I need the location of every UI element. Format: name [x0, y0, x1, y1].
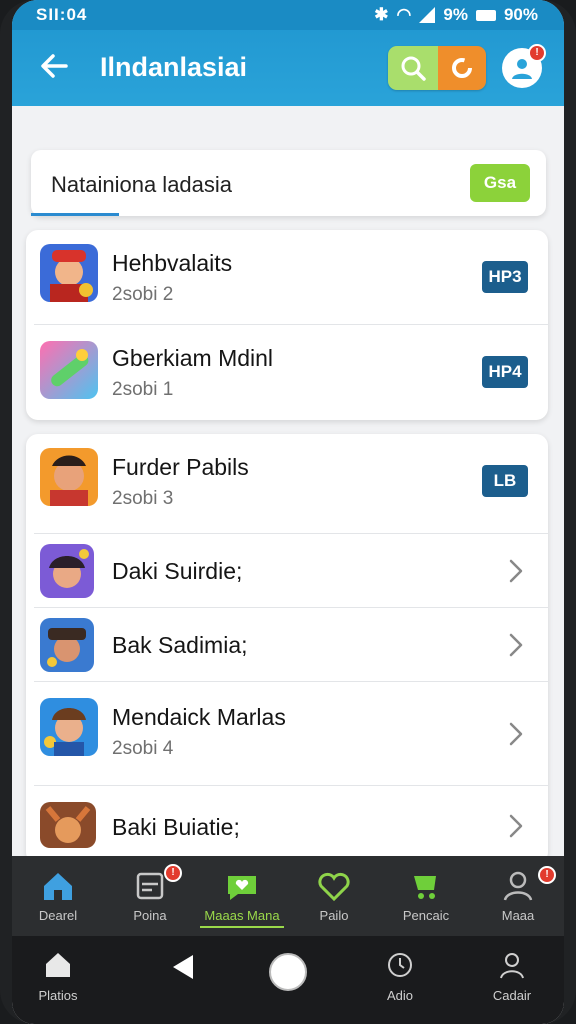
system-recents-item[interactable]: Adio: [354, 936, 446, 1024]
app-name: Baki Buiatie;: [112, 814, 240, 840]
app-name: Gberkiam Mdinl: [112, 345, 274, 371]
nav-item-home[interactable]: Dearel: [12, 856, 104, 936]
nav-label: Pailo: [319, 908, 349, 923]
refresh-icon: [452, 58, 472, 78]
battery-percent: 90%: [503, 5, 538, 24]
app-icon-candy: [40, 341, 98, 399]
search-button[interactable]: [388, 46, 438, 90]
list-item[interactable]: Mendaick Marlas 2sobi 4: [26, 682, 548, 786]
app-subtitle: 2sobi 2: [112, 284, 174, 305]
status-bar: SII:04 ✱ ◠ 9% 90%: [12, 0, 564, 30]
phone-frame: SII:04 ✱ ◠ 9% 90% Ilndanlasiai ! Nataini…: [0, 0, 576, 1024]
page-title: Ilndanlasiai: [100, 52, 248, 82]
profile-button[interactable]: !: [502, 44, 546, 88]
system-nav-label: Adio: [386, 988, 414, 1003]
clock-icon: [388, 953, 412, 977]
nav-label: Maaa: [501, 908, 535, 923]
nav-item-messages[interactable]: Maaas Mana: [196, 856, 288, 936]
system-back-button[interactable]: [138, 936, 230, 1024]
bottom-navigation: Dearel ! Poina Maaas Mana Pailo Pencaic …: [12, 856, 564, 936]
system-navigation: Platios Adio Cadair: [12, 936, 564, 1024]
cart-icon: [414, 876, 436, 899]
app-subtitle: 2sobi 3: [112, 488, 174, 509]
app-icon-pirate: [40, 618, 94, 672]
wifi-icon: ◠: [396, 5, 412, 24]
chevron-right-icon: [509, 633, 523, 657]
system-nav-label: Cadair: [492, 988, 532, 1003]
app-icon-fireman: [40, 244, 98, 302]
chevron-right-icon: [509, 559, 523, 583]
system-nav-label: Platios: [38, 988, 78, 1003]
notification-dot: !: [528, 44, 546, 62]
home-icon: [46, 953, 70, 977]
back-triangle-icon: [173, 955, 193, 979]
screen: SII:04 ✱ ◠ 9% 90% Ilndanlasiai ! Nataini…: [12, 0, 564, 1024]
home-circle-icon: [269, 953, 307, 991]
app-name: Mendaick Marlas: [112, 704, 286, 730]
list-item[interactable]: Gberkiam Mdinl 2sobi 1 HP4: [26, 325, 548, 420]
app-group-card-1: Hehbvalaits 2sobi 2 HP3 Gberkiam Mdinl 2…: [26, 230, 548, 420]
app-subtitle: 2sobi 1: [112, 379, 174, 400]
notification-dot: !: [164, 864, 182, 882]
heart-icon: [318, 872, 350, 902]
nav-label: Pencaic: [402, 908, 450, 923]
list-item[interactable]: Hehbvalaits 2sobi 2 HP3: [26, 230, 548, 325]
home-icon: [44, 873, 72, 900]
system-account-item[interactable]: Cadair: [466, 936, 558, 1024]
chevron-right-icon: [509, 722, 523, 746]
system-home-item[interactable]: Platios: [12, 936, 104, 1024]
search-text[interactable]: Natainiona ladasia: [51, 172, 232, 198]
app-name: Daki Suirdie;: [112, 558, 243, 584]
signal-icon: [419, 7, 436, 23]
app-name: Furder Pabils: [112, 454, 249, 480]
person-icon: [500, 953, 524, 979]
app-icon-girl: [40, 544, 94, 598]
list-item[interactable]: Furder Pabils 2sobi 3 LB: [26, 434, 548, 534]
active-indicator: [200, 926, 284, 928]
status-badge: LB: [482, 465, 528, 497]
search-underline: [31, 213, 119, 216]
nav-label: Poina: [133, 908, 167, 923]
app-name: Hehbvalaits: [112, 250, 233, 276]
app-group-card-2: Furder Pabils 2sobi 3 LB Daki Suirdie; B…: [26, 434, 548, 864]
chat-heart-icon: [228, 876, 256, 900]
system-home-button[interactable]: [242, 936, 334, 1024]
battery-text: 9%: [443, 5, 468, 24]
nav-item-favorites[interactable]: Pailo: [288, 856, 380, 936]
back-arrow-icon[interactable]: [38, 50, 70, 82]
status-badge: HP4: [482, 356, 528, 388]
user-icon: [503, 871, 533, 901]
inbox-icon: [136, 872, 164, 900]
nav-label: Maaas Mana: [204, 908, 280, 923]
search-go-button[interactable]: Gsa: [470, 164, 530, 202]
battery-icon: [475, 9, 496, 21]
search-card: Natainiona ladasia Gsa: [31, 150, 546, 216]
status-time: SII:04: [36, 5, 88, 24]
app-icon-hero: [40, 448, 98, 506]
app-name: Bak Sadimia;: [112, 632, 248, 658]
nav-item-shop[interactable]: Pencaic: [380, 856, 472, 936]
list-item[interactable]: Daki Suirdie;: [26, 534, 548, 608]
list-item[interactable]: Baki Buiatie;: [26, 786, 548, 864]
app-bar: SII:04 ✱ ◠ 9% 90% Ilndanlasiai !: [12, 0, 564, 106]
nav-item-account[interactable]: ! Maaa: [472, 856, 564, 936]
nav-item-inbox[interactable]: ! Poina: [104, 856, 196, 936]
bluetooth-icon: ✱: [374, 5, 389, 24]
app-subtitle: 2sobi 4: [112, 738, 174, 759]
nav-label: Dearel: [38, 908, 78, 923]
refresh-button[interactable]: [438, 46, 486, 90]
app-icon-fox: [40, 802, 96, 848]
notification-dot: !: [538, 866, 556, 884]
toolbar-button-group: [388, 46, 486, 90]
list-item[interactable]: Bak Sadimia;: [26, 608, 548, 682]
chevron-right-icon: [509, 814, 523, 838]
search-icon: [401, 56, 426, 81]
app-icon-boy: [40, 698, 98, 756]
status-badge: HP3: [482, 261, 528, 293]
